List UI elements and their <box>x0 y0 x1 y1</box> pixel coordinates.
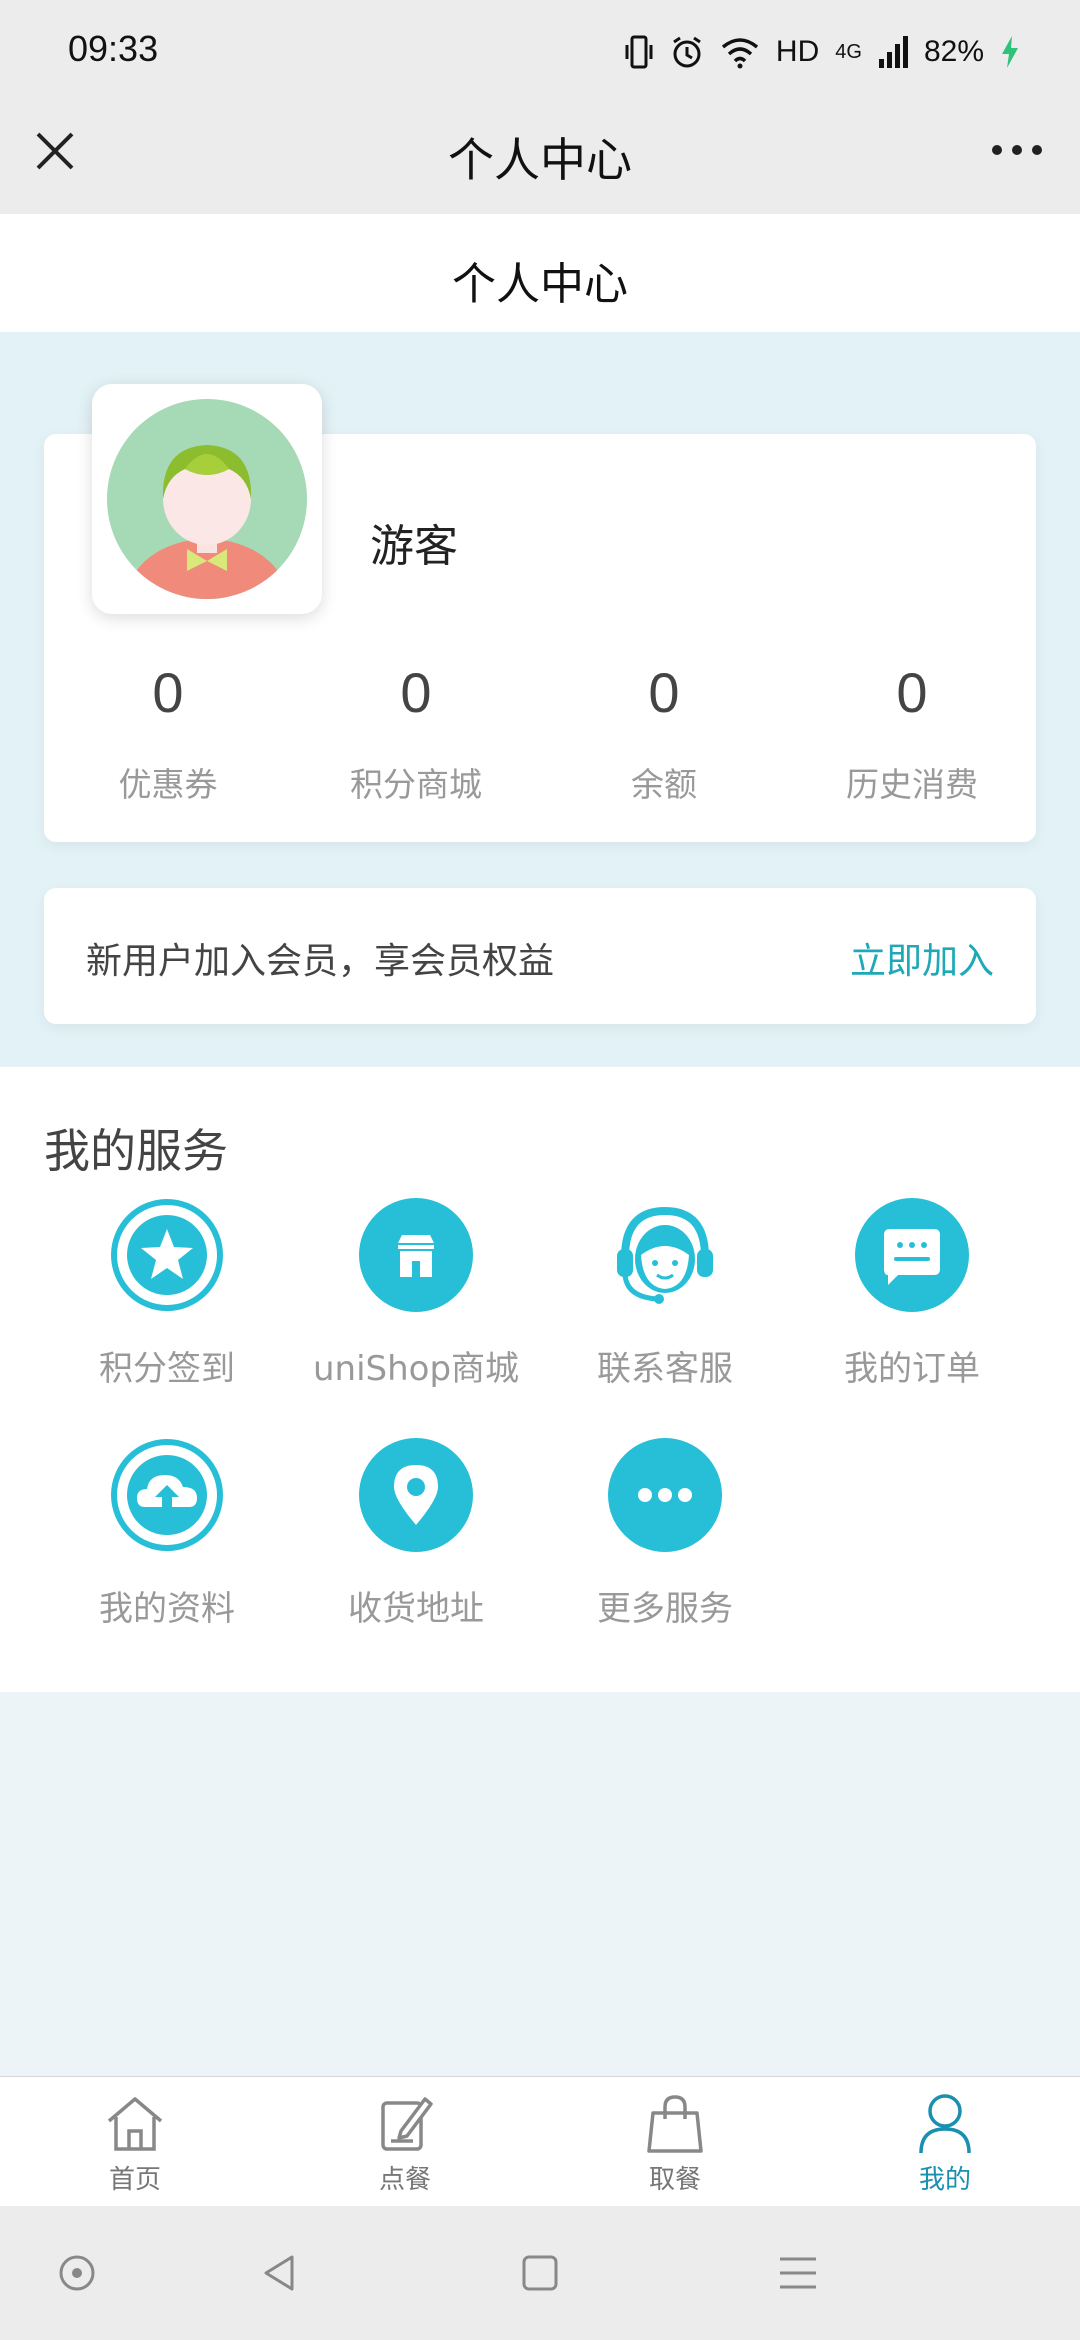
tab-label: 首页 <box>108 2165 161 2195</box>
stat-points-mall[interactable]: 0 积分商城 <box>292 660 540 810</box>
status-icons: HD 4G 82% <box>624 30 1020 74</box>
cloud-upload-icon <box>111 1439 223 1551</box>
services-title: 我的服务 <box>44 1124 228 1178</box>
more-dots-icon <box>608 1438 722 1552</box>
user-icon <box>919 2094 971 2154</box>
tab-label: 我的 <box>918 2165 971 2195</box>
more-menu-icon[interactable] <box>990 140 1044 160</box>
system-navigation-bar <box>0 2206 1080 2340</box>
stat-label: 历史消费 <box>846 765 978 804</box>
vibrate-icon <box>625 35 653 69</box>
avatar <box>107 399 307 599</box>
stat-value: 0 <box>648 661 680 724</box>
status-time: 09:33 <box>68 28 159 69</box>
service-more[interactable]: 更多服务 <box>530 1437 800 1630</box>
bag-icon <box>647 2095 703 2153</box>
edit-icon <box>381 2097 433 2151</box>
stat-coupons[interactable]: 0 优惠券 <box>44 660 292 810</box>
charging-icon <box>1002 36 1018 68</box>
home-button-icon[interactable] <box>520 2253 560 2293</box>
home-icon <box>107 2097 163 2151</box>
stat-balance[interactable]: 0 余额 <box>540 660 788 810</box>
service-label: 积分签到 <box>99 1349 235 1389</box>
tab-home[interactable]: 首页 <box>0 2077 270 2206</box>
stat-label: 余额 <box>631 765 697 804</box>
service-label: 联系客服 <box>597 1349 733 1389</box>
page-title: 个人中心 <box>452 259 628 310</box>
signal-icon <box>878 36 908 68</box>
member-banner: 新用户加入会员，享会员权益 立即加入 <box>44 888 1036 1024</box>
service-orders[interactable]: 我的订单 <box>777 1197 1047 1390</box>
hd-label: HD <box>775 35 820 68</box>
service-customer-support[interactable]: 联系客服 <box>530 1197 800 1390</box>
service-label: 收货地址 <box>348 1589 484 1629</box>
star-icon <box>111 1199 223 1311</box>
battery-level: 82% <box>923 35 984 68</box>
bottom-tab-bar: 首页 点餐 取餐 我的 <box>0 2076 1080 2206</box>
stat-value: 0 <box>400 661 432 724</box>
member-text: 新用户加入会员，享会员权益 <box>86 941 555 982</box>
service-profile[interactable]: 我的资料 <box>32 1437 302 1630</box>
tab-order[interactable]: 点餐 <box>270 2077 540 2206</box>
stat-history[interactable]: 0 历史消费 <box>788 660 1036 810</box>
services-section: 我的服务 积分签到 uniShop商城 联系客服 我的订单 我的资料 收货地址 … <box>0 1067 1080 1692</box>
stat-label: 积分商城 <box>350 765 482 804</box>
service-label: 我的订单 <box>844 1349 980 1389</box>
service-address[interactable]: 收货地址 <box>281 1437 551 1630</box>
service-label: uniShop商城 <box>312 1349 520 1389</box>
status-bar: 09:33 HD 4G 82% <box>0 0 1080 104</box>
mini-program-nav: 个人中心 <box>0 104 1080 214</box>
service-label: 我的资料 <box>99 1589 235 1629</box>
stat-label: 优惠券 <box>118 765 218 804</box>
customer-service-icon <box>617 1206 713 1304</box>
wifi-icon <box>721 38 759 69</box>
alarm-icon <box>673 36 701 68</box>
stats-row: 0 优惠券 0 积分商城 0 余额 0 历史消费 <box>44 660 1036 810</box>
service-checkin[interactable]: 积分签到 <box>32 1197 302 1390</box>
location-pin-icon <box>359 1438 473 1552</box>
back-icon[interactable] <box>260 2253 300 2293</box>
shop-icon <box>359 1198 473 1312</box>
tab-pickup[interactable]: 取餐 <box>540 2077 810 2206</box>
page-header: 个人中心 <box>0 214 1080 332</box>
avatar-frame[interactable] <box>92 384 322 614</box>
network-type: 4G <box>835 40 862 63</box>
tab-label: 取餐 <box>648 2165 701 2195</box>
join-member-link[interactable]: 立即加入 <box>850 932 994 984</box>
assistant-icon[interactable] <box>57 2253 97 2293</box>
stat-value: 0 <box>896 661 928 724</box>
service-label: 更多服务 <box>597 1589 733 1629</box>
service-shop[interactable]: uniShop商城 <box>281 1197 551 1390</box>
chat-order-icon <box>855 1198 969 1312</box>
tab-label: 点餐 <box>378 2165 431 2195</box>
nav-title: 个人中心 <box>448 133 632 187</box>
tab-mine[interactable]: 我的 <box>810 2077 1080 2206</box>
menu-icon[interactable] <box>778 2253 818 2293</box>
stat-value: 0 <box>152 661 184 724</box>
user-name[interactable]: 游客 <box>370 510 458 574</box>
